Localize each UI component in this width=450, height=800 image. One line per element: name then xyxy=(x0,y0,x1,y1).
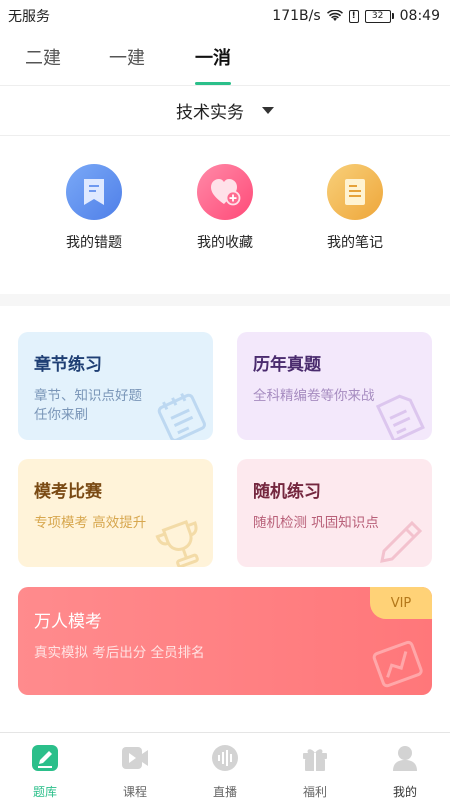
nav-question-bank[interactable]: 题库 xyxy=(0,733,90,800)
past-exams-title: 历年真题 xyxy=(253,355,321,375)
calendar-list-icon xyxy=(157,393,206,440)
notes-label: 我的笔记 xyxy=(327,235,383,251)
nav-welfare-label: 福利 xyxy=(302,785,327,799)
active-tab-indicator xyxy=(195,82,231,85)
nav-courses-label: 课程 xyxy=(122,785,147,799)
nav-live-label: 直播 xyxy=(212,785,237,799)
trophy-icon xyxy=(155,520,199,567)
random-practice-card[interactable]: 随机练习 随机检测 巩固知识点 xyxy=(237,459,432,567)
random-practice-title: 随机练习 xyxy=(253,482,321,502)
quick-actions: 我的错题 我的收藏 我的笔记 xyxy=(0,150,450,280)
nav-question-bank-label: 题库 xyxy=(32,785,57,799)
pencil-icon xyxy=(380,520,423,563)
battery-icon: 32 xyxy=(364,9,394,23)
wrong-questions-button[interactable]: 我的错题 xyxy=(39,164,149,252)
status-indicators: 171B/s ! 32 08:49 xyxy=(272,8,440,24)
favorites-label: 我的收藏 xyxy=(197,235,253,251)
subject-label: 技术实务 xyxy=(176,103,244,123)
carrier-label: 无服务 xyxy=(8,9,50,25)
user-icon xyxy=(393,746,417,771)
video-play-icon xyxy=(122,747,148,769)
massive-mock-title: 万人模考 xyxy=(34,612,102,632)
nav-courses[interactable]: 课程 xyxy=(90,733,180,800)
nav-mine-label: 我的 xyxy=(392,785,417,799)
subject-selector[interactable]: 技术实务 xyxy=(0,86,450,136)
mock-contest-title: 模考比赛 xyxy=(34,482,102,502)
exam-tabs: 二建 一建 一消 xyxy=(0,34,450,86)
bookmark-book-icon xyxy=(66,164,122,220)
chapter-practice-card[interactable]: 章节练习 章节、知识点好题 任你来刷 xyxy=(18,332,213,440)
live-wave-icon xyxy=(212,745,238,771)
gift-icon xyxy=(303,749,327,771)
caret-down-icon xyxy=(262,107,274,114)
mock-contest-card[interactable]: 模考比赛 专项模考 高效提升 xyxy=(18,459,213,567)
notes-button[interactable]: 我的笔记 xyxy=(300,164,410,252)
status-bar: 无服务 171B/s ! 32 08:49 xyxy=(0,0,450,32)
battery-level: 32 xyxy=(364,9,391,23)
tab-yijian[interactable]: 一建 xyxy=(97,44,157,70)
favorites-button[interactable]: 我的收藏 xyxy=(170,164,280,252)
chapter-practice-title: 章节练习 xyxy=(34,355,102,375)
note-icon xyxy=(327,164,383,220)
wifi-icon xyxy=(326,10,343,21)
sim-alert-icon: ! xyxy=(348,9,359,23)
massive-mock-desc: 真实模拟 考后出分 全员排名 xyxy=(34,645,205,661)
heart-plus-icon xyxy=(197,164,253,220)
clock: 08:49 xyxy=(399,8,440,24)
nav-mine[interactable]: 我的 xyxy=(360,733,450,800)
tab-erjian[interactable]: 二建 xyxy=(13,44,73,70)
network-speed: 171B/s xyxy=(272,8,321,24)
pencil-question-icon xyxy=(32,745,58,771)
section-divider xyxy=(0,294,450,306)
wrong-questions-label: 我的错题 xyxy=(66,235,122,251)
nav-welfare[interactable]: 福利 xyxy=(270,733,360,800)
document-edit-icon xyxy=(375,394,425,440)
chart-board-icon xyxy=(372,640,423,688)
vip-badge: VIP xyxy=(370,587,432,619)
massive-mock-card[interactable]: 万人模考 真实模拟 考后出分 全员排名 VIP xyxy=(18,587,432,695)
tab-yixiao[interactable]: 一消 xyxy=(183,44,243,70)
nav-live[interactable]: 直播 xyxy=(180,733,270,800)
bottom-nav: 题库 课程 直播 福利 我的 xyxy=(0,732,450,800)
past-exams-card[interactable]: 历年真题 全科精编卷等你来战 xyxy=(237,332,432,440)
